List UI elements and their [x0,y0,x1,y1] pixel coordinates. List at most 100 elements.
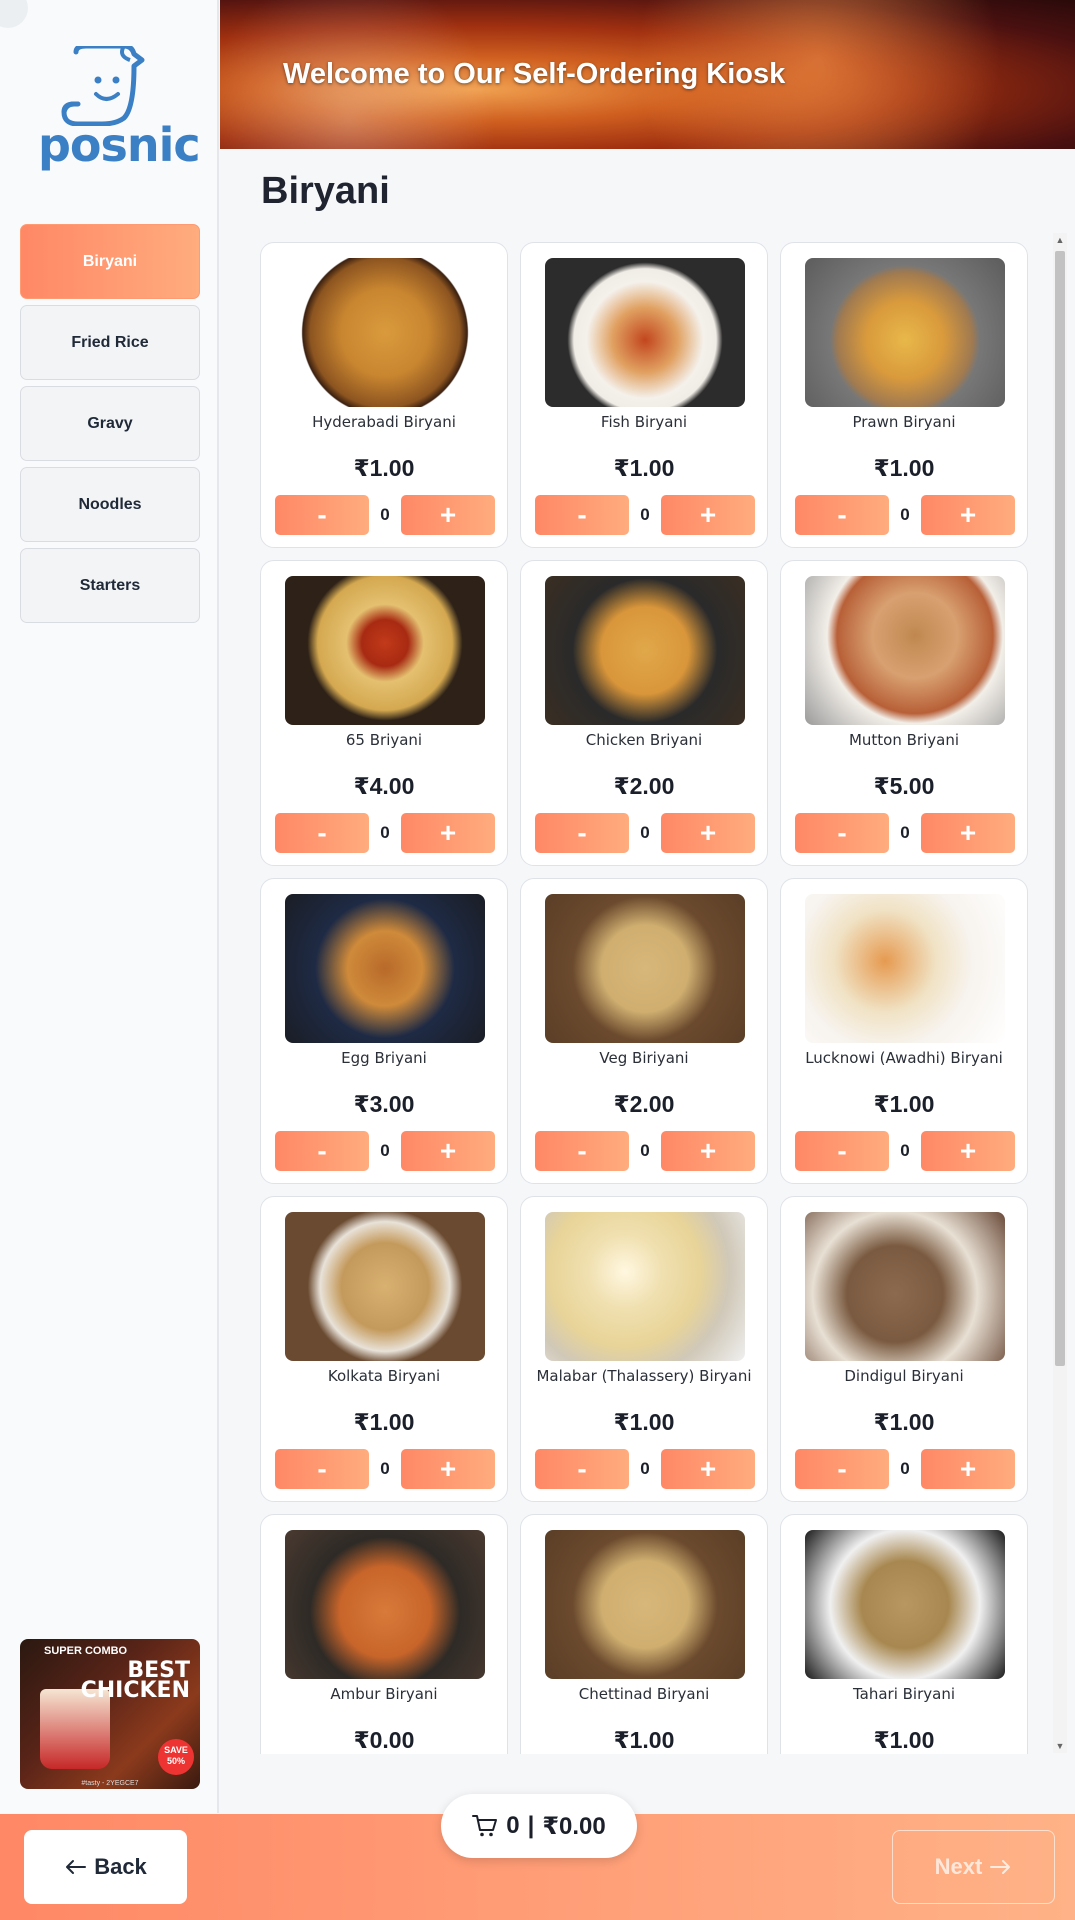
quantity-stepper: -0 + [535,1131,755,1171]
menu-item-name: Ambur Biryani [330,1685,438,1703]
category-button-starters[interactable]: Starters [20,548,200,623]
menu-item-card[interactable]: Mutton Briyani ₹5.00 -0 + [780,560,1028,866]
quantity-value: 0 [640,505,650,524]
scrollbar-thumb[interactable] [1055,251,1065,1366]
quantity-value: 0 [380,1141,390,1160]
decrease-quantity-button[interactable]: - [535,1449,629,1489]
menu-item-price: ₹5.00 [873,773,935,799]
quantity-stepper: -0 + [535,1449,755,1489]
menu-item-card[interactable]: Veg Biriyani ₹2.00 -0 + [520,878,768,1184]
menu-item-price: ₹3.00 [353,1091,415,1117]
category-button-noodles[interactable]: Noodles [20,467,200,542]
menu-item-card[interactable]: Prawn Biryani ₹1.00 -0 + [780,242,1028,548]
menu-item-name: 65 Briyani [345,731,423,749]
menu-item-name: Malabar (Thalassery) Biryani [536,1367,752,1385]
menu-item-image [805,1212,1005,1361]
cart-total: ₹0.00 [542,1812,606,1840]
decrease-quantity-button[interactable]: - [535,1131,629,1171]
promo-banner[interactable]: SUPER COMBO BEST CHICKEN SAVE 50% #tasty… [20,1639,200,1789]
menu-item-card[interactable]: Malabar (Thalassery) Biryani ₹1.00 -0 + [520,1196,768,1502]
category-button-biryani[interactable]: Biryani [20,224,200,299]
menu-item-card[interactable]: Hyderabadi Biryani ₹1.00 -0 + [260,242,508,548]
increase-quantity-button[interactable]: + [921,1449,1015,1489]
next-button-label: Next [934,1854,983,1879]
menu-item-card[interactable]: Lucknowi (Awadhi) Biryani ₹1.00 -0 + [780,878,1028,1184]
category-button-gravy[interactable]: Gravy [20,386,200,461]
menu-grid-viewport[interactable]: Hyderabadi Biryani ₹1.00-0 + Fish Biryani ₹1… [260,242,1030,1754]
menu-item-name: Dindigul Biryani [844,1367,964,1385]
menu-grid: Hyderabadi Biryani ₹1.00-0 + Fish Biryani ₹1… [260,242,1030,1754]
menu-item-image [545,894,745,1043]
increase-quantity-button[interactable]: + [921,495,1015,535]
menu-item-card[interactable]: Chettinad Biryani₹1.00-0+ [520,1514,768,1754]
cart-icon [472,1815,498,1837]
increase-quantity-button[interactable]: + [661,1131,755,1171]
decrease-quantity-button[interactable]: - [535,495,629,535]
menu-item-image [545,576,745,725]
increase-quantity-button[interactable]: + [401,1449,495,1489]
menu-item-card[interactable]: 65 Briyani ₹4.00 -0 + [260,560,508,866]
decrease-quantity-button[interactable]: - [535,813,629,853]
decrease-quantity-button[interactable]: - [795,813,889,853]
quantity-value: 0 [900,1141,910,1160]
menu-item-name: Hyderabadi Biryani [312,413,456,431]
menu-item-card[interactable]: Chicken Briyani ₹2.00 -0 + [520,560,768,866]
menu-item-card[interactable]: Kolkata Biryani ₹1.00 -0 + [260,1196,508,1502]
quantity-stepper: -0 + [535,813,755,853]
decrease-quantity-button[interactable]: - [275,1449,369,1489]
arrow-left-icon [66,1860,87,1874]
increase-quantity-button[interactable]: + [661,1449,755,1489]
decrease-quantity-button[interactable]: - [275,495,369,535]
increase-quantity-button[interactable]: + [661,813,755,853]
promo-badge: SAVE 50% [158,1739,194,1775]
quantity-value: 0 [380,823,390,842]
decrease-quantity-button[interactable]: - [795,1131,889,1171]
increase-quantity-button[interactable]: + [401,813,495,853]
menu-item-name: Lucknowi (Awadhi) Biryani [805,1049,1003,1067]
menu-item-price: ₹1.00 [613,1409,675,1435]
menu-item-price: ₹1.00 [353,455,415,481]
decrease-quantity-button[interactable]: - [275,813,369,853]
scroll-down-arrow-icon[interactable]: ▼ [1053,1741,1067,1751]
increase-quantity-button[interactable]: + [661,495,755,535]
decrease-quantity-button[interactable]: - [795,1449,889,1489]
promo-footer: #tasty - 2YEGCE7 [81,1780,139,1787]
menu-item-image [545,1212,745,1361]
menu-item-card[interactable]: Tahari Biryani₹1.00-0+ [780,1514,1028,1754]
menu-item-name: Kolkata Biryani [327,1367,441,1385]
category-button-fried-rice[interactable]: Fried Rice [20,305,200,380]
quantity-value: 0 [640,823,650,842]
menu-item-image [285,1212,485,1361]
increase-quantity-button[interactable]: + [921,1131,1015,1171]
decrease-quantity-button[interactable]: - [275,1131,369,1171]
menu-item-name: Chicken Briyani [585,731,703,749]
quantity-stepper: -0 + [275,1131,495,1171]
corner-decoration [0,0,28,28]
menu-item-card[interactable]: Dindigul Biryani ₹1.00 -0 + [780,1196,1028,1502]
increase-quantity-button[interactable]: + [921,813,1015,853]
menu-item-card[interactable]: Fish Biryani ₹1.00 -0 + [520,242,768,548]
menu-item-price: ₹1.00 [873,1091,935,1117]
back-button[interactable]: Back [24,1830,187,1904]
sidebar: posnic Biryani Fried Rice Gravy Noodles Star… [0,0,219,1813]
next-button[interactable]: Next [892,1830,1055,1904]
scroll-up-arrow-icon[interactable]: ▲ [1053,235,1067,245]
quantity-value: 0 [640,1141,650,1160]
increase-quantity-button[interactable]: + [401,1131,495,1171]
menu-item-card[interactable]: Egg Briyani ₹3.00 -0 + [260,878,508,1184]
menu-item-image [805,894,1005,1043]
cart-summary-button[interactable]: 0 | ₹0.00 [441,1794,637,1858]
quantity-stepper: -0 + [275,1449,495,1489]
menu-item-name: Egg Briyani [341,1049,427,1067]
increase-quantity-button[interactable]: + [401,495,495,535]
menu-item-image [545,1530,745,1679]
decrease-quantity-button[interactable]: - [795,495,889,535]
quantity-value: 0 [900,505,910,524]
menu-item-price: ₹1.00 [873,1409,935,1435]
header-banner: Welcome to Our Self-Ordering Kiosk [220,0,1075,149]
menu-item-price: ₹1.00 [613,455,675,481]
menu-item-image [285,258,485,407]
scrollbar[interactable]: ▲ ▼ [1053,233,1067,1753]
menu-item-card[interactable]: Ambur Biryani₹0.00-0+ [260,1514,508,1754]
quantity-value: 0 [640,1459,650,1478]
